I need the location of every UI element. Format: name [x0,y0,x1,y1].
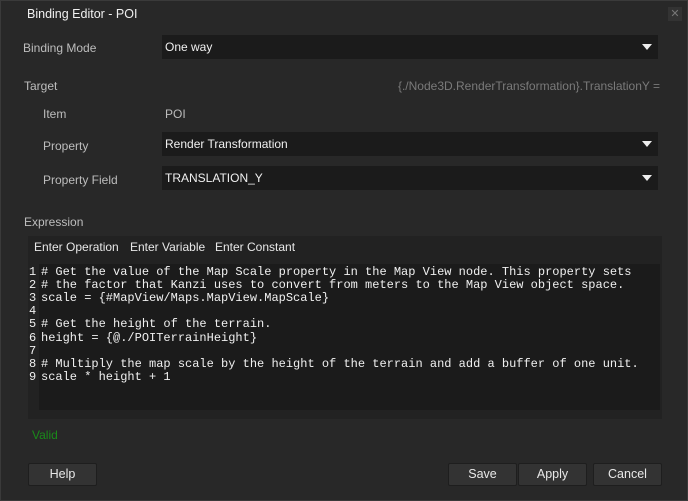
code-line: 8 # Multiply the map scale by the height … [28,356,658,371]
line-number: 5 [29,317,37,332]
code-text: scale = {#MapView/Maps.MapView.MapScale} [41,291,330,306]
chevron-down-icon [642,44,652,50]
property-value: Render Transformation [165,137,288,151]
code-line: 5 # Get the height of the terrain. [28,318,658,331]
binding-editor-dialog: Binding Editor - POI ✕ Binding Mode One … [0,0,688,501]
property-field-value: TRANSLATION_Y [165,171,263,185]
code-text: scale * height + 1 [41,369,171,384]
property-field-label: Property Field [43,173,118,187]
binding-mode-dropdown[interactable]: One way [162,35,658,59]
expression-code-input[interactable]: 1 # Get the value of the Map Scale proper… [28,264,660,410]
enter-variable-menu[interactable]: Enter Variable [130,240,205,254]
line-number: 7 [29,343,37,358]
validation-status: Valid [32,428,58,442]
item-label: Item [43,107,67,121]
binding-mode-value: One way [165,40,213,54]
binding-mode-label: Binding Mode [23,41,97,55]
property-field-dropdown[interactable]: TRANSLATION_Y [162,166,658,190]
line-number: 9 [29,369,37,384]
code-line: 9 scale * height + 1 [28,369,658,384]
item-value: POI [165,107,186,121]
chevron-down-icon [642,141,652,147]
code-line: 4 [28,305,658,318]
window-title: Binding Editor - POI [27,7,138,21]
code-line: 1 # Get the value of the Map Scale proper… [28,265,658,279]
close-icon[interactable]: ✕ [668,7,682,21]
code-line: 2 # the factor that Kanzi uses to convert… [28,278,658,292]
help-button[interactable]: Help [28,463,97,486]
enter-operation-menu[interactable]: Enter Operation [34,240,119,254]
target-label: Target [24,79,58,93]
code-text: height = {@./POITerrainHeight} [41,330,258,345]
code-line: 3 scale = {#MapView/Maps.MapView.MapScale… [28,292,658,305]
save-button[interactable]: Save [448,463,517,486]
expression-label: Expression [24,215,84,229]
property-dropdown[interactable]: Render Transformation [162,132,658,156]
property-label: Property [43,139,89,153]
target-binding-hint: {./Node3D.RenderTransformation}.Translat… [397,79,660,93]
code-text: # Multiply the map scale by the height o… [41,356,639,371]
expression-editor: Enter Operation Enter Variable Enter Con… [28,236,662,419]
enter-constant-menu[interactable]: Enter Constant [215,240,295,254]
line-number: 8 [29,356,37,371]
code-line: 6 height = {@./POITerrainHeight} [28,330,658,345]
line-number: 6 [29,330,37,345]
apply-button[interactable]: Apply [518,463,587,486]
chevron-down-icon [642,175,652,181]
code-text: # Get the height of the terrain. [41,317,272,332]
cancel-button[interactable]: Cancel [593,463,662,486]
code-line: 7 [28,343,658,358]
